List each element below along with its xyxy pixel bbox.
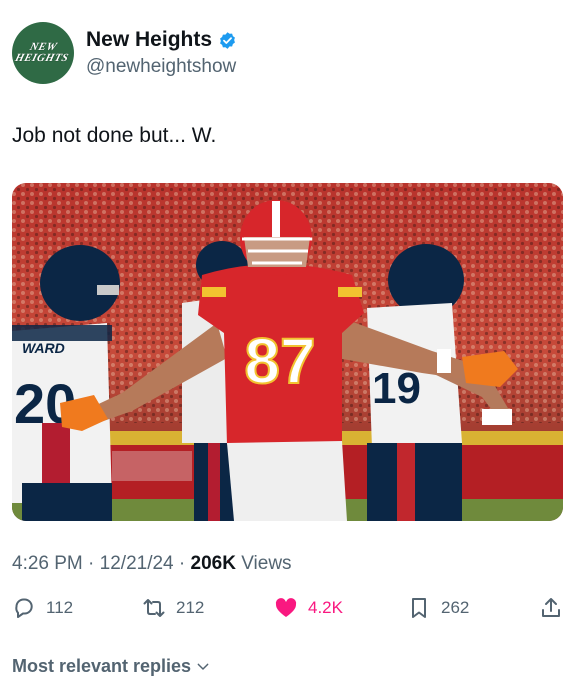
- replies-sort-label: Most relevant replies: [12, 656, 192, 676]
- svg-text:WARD: WARD: [22, 340, 65, 356]
- display-name[interactable]: New Heights: [86, 28, 212, 52]
- views-label: Views: [241, 553, 292, 574]
- display-name-row[interactable]: New Heights: [86, 28, 237, 52]
- meta-separator: ·: [88, 553, 95, 574]
- share-icon: [542, 598, 560, 617]
- photo-illustration: WARD 20 19 87: [12, 183, 563, 521]
- avatar[interactable]: NEW HEIGHTS: [12, 22, 74, 84]
- chevron-down-icon: [197, 663, 209, 670]
- reply-count: 112: [46, 598, 74, 617]
- retweet-button[interactable]: 212: [142, 596, 204, 620]
- bookmark-icon: [412, 598, 426, 618]
- retweet-count: 212: [176, 598, 205, 617]
- bookmark-button[interactable]: 262: [407, 596, 469, 620]
- tweet-text: Job not done but... W.: [12, 124, 217, 147]
- bookmark-count: 262: [441, 598, 470, 617]
- author-names: New Heights @newheightshow: [86, 28, 237, 78]
- tweet-actions: 112 212 4.2K 262: [12, 596, 563, 626]
- tweet-photo[interactable]: WARD 20 19 87: [12, 183, 563, 521]
- tweet-date[interactable]: 12/21/24: [100, 553, 174, 574]
- tweet-time[interactable]: 4:26 PM: [12, 553, 83, 574]
- like-button[interactable]: 4.2K: [274, 596, 343, 620]
- reply-button[interactable]: 112: [12, 596, 73, 620]
- svg-text:87: 87: [244, 325, 315, 397]
- avatar-logo-text: NEW HEIGHTS: [14, 41, 71, 64]
- tweet-header: NEW HEIGHTS New Heights @newheightshow: [12, 22, 237, 84]
- handle[interactable]: @newheightshow: [86, 56, 237, 78]
- retweet-icon: [143, 599, 165, 617]
- reply-icon: [15, 598, 33, 618]
- verified-badge-icon: [220, 31, 235, 49]
- tweet-meta: 4:26 PM · 12/21/24 · 206K Views: [12, 553, 292, 575]
- share-button[interactable]: [539, 596, 563, 620]
- replies-sort-dropdown[interactable]: Most relevant replies: [12, 656, 211, 677]
- like-count: 4.2K: [308, 598, 343, 617]
- meta-separator: ·: [178, 553, 186, 574]
- heart-icon: [275, 598, 297, 617]
- views-count: 206K: [190, 553, 236, 574]
